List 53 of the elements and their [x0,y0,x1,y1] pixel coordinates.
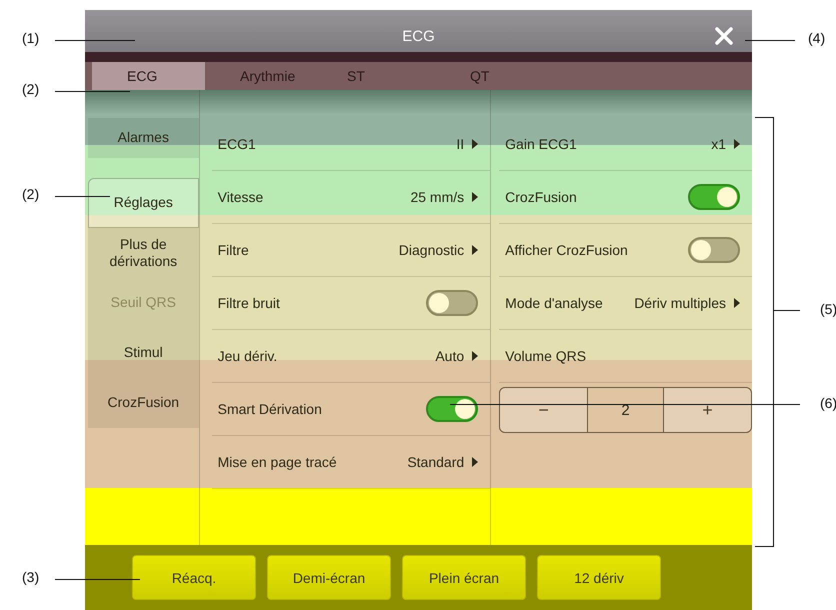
action-button[interactable]: Demi-écran [267,555,391,600]
callout-label: (2) [22,186,40,202]
caret-icon [734,298,740,308]
sidebar-item[interactable]: Alarmes [88,118,199,158]
sidebar-item[interactable]: Plus de dérivations [88,228,199,278]
action-button[interactable]: 12 dériv [537,555,661,600]
toggle-switch[interactable] [688,237,740,263]
leader-line [55,196,110,197]
setting-label: Mode d'analyse [505,295,603,311]
setting-label: Vitesse [218,189,264,205]
tab[interactable]: ECG [92,62,205,90]
setting-label: CrozFusion [505,189,577,205]
dialog-title: ECG [402,28,435,44]
caret-icon [472,457,478,467]
caret-icon [472,245,478,255]
action-button[interactable]: Réacq. [132,555,256,600]
callout-label: (6) [820,395,836,411]
callout-label: (5) [820,301,836,317]
callout-label: (4) [808,30,826,46]
setting-label: Filtre bruit [218,295,280,311]
callout-label: (3) [22,569,40,585]
setting-dropdown[interactable]: x1 [711,136,740,152]
caret-icon [734,139,740,149]
toggle-switch[interactable] [426,290,478,316]
toggle-switch[interactable] [688,184,740,210]
setting-label: Mise en page tracé [218,454,337,470]
setting-label: Smart Dérivation [218,401,322,417]
setting-label: ECG1 [218,136,256,152]
decrement-button[interactable]: − [500,388,588,432]
setting-label: Jeu dériv. [218,348,278,364]
setting-dropdown[interactable]: II [456,136,478,152]
sidebar-item[interactable]: Réglages [88,178,199,228]
callout-label: (1) [22,30,40,46]
setting-dropdown[interactable]: Standard [407,454,478,470]
setting-dropdown[interactable]: 25 mm/s [410,189,478,205]
sidebar-item[interactable]: CrozFusion [88,378,199,428]
action-button[interactable]: Plein écran [402,555,526,600]
setting-dropdown[interactable]: Diagnostic [398,242,478,258]
leader-line [773,310,800,311]
callout-label: (2) [22,81,40,97]
setting-label: Filtre [218,242,249,258]
setting-label: Afficher CrozFusion [505,242,628,258]
sidebar-item[interactable]: Stimul [88,328,199,378]
caret-icon [472,139,478,149]
setting-dropdown[interactable]: Dériv multiples [634,295,740,311]
caret-icon [472,351,478,361]
caret-icon [472,192,478,202]
setting-label: Gain ECG1 [505,136,577,152]
setting-dropdown[interactable]: Auto [435,348,478,364]
toggle-switch[interactable] [426,396,478,422]
leader-line [745,40,795,41]
setting-label: Volume QRS [505,348,586,364]
increment-button[interactable]: + [664,388,751,432]
